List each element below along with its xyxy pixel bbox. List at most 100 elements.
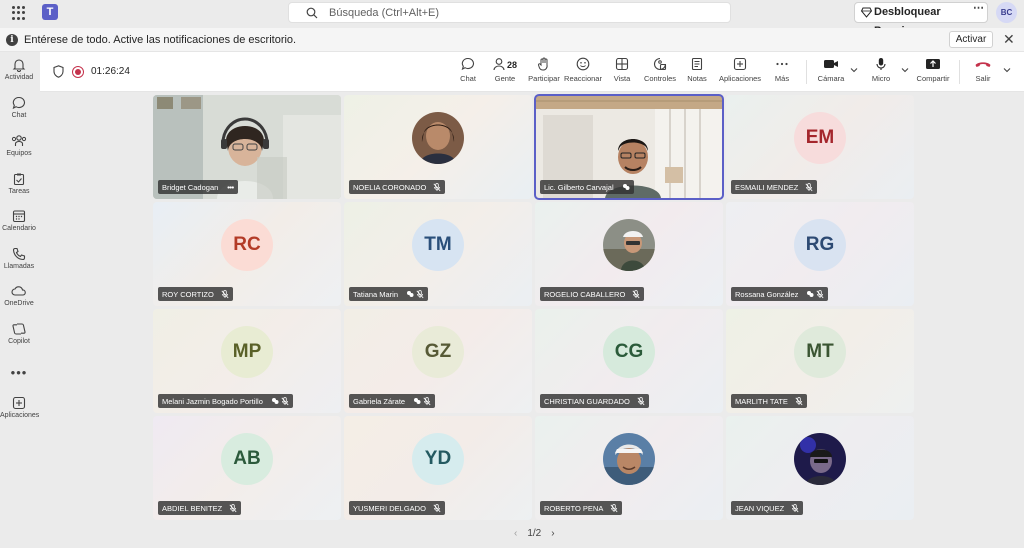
add-apps-icon	[733, 57, 747, 71]
unlock-premium-button[interactable]: Desbloquear Premium	[854, 2, 988, 37]
mic-label: Micro	[871, 74, 891, 83]
participant-name-bar: ESMAILI MENDEZ	[731, 180, 818, 194]
rail-label: Chat	[11, 112, 27, 119]
participant-tile[interactable]: MT MARLITH TATE	[726, 309, 914, 413]
more-button[interactable]: Más	[770, 57, 794, 83]
chat-button[interactable]: Chat	[456, 57, 480, 83]
mic-off-icon	[433, 503, 441, 512]
rail-item-apps[interactable]: Aplicaciones	[0, 396, 39, 419]
participant-tile-active[interactable]: Lic. Gilberto Carvajal	[534, 94, 724, 200]
mic-off-icon	[632, 289, 640, 298]
more-label: Más	[774, 74, 790, 83]
participant-tile[interactable]: NOELIA CORONADO	[344, 95, 532, 199]
react-button[interactable]: Reaccionar	[563, 57, 603, 83]
participant-tile[interactable]: RG Rossana González	[726, 202, 914, 306]
participant-name: Bridget Cadogan	[162, 182, 219, 192]
participant-name: YUSMERI DELGADO	[353, 503, 426, 513]
leave-options-chevron-down-icon[interactable]	[1003, 66, 1011, 74]
chevron-right-icon[interactable]: ›	[551, 528, 554, 539]
participant-name: Lic. Gilberto Carvajal	[544, 182, 614, 192]
apps-label: Aplicaciones	[718, 74, 762, 83]
participant-name: Rossana González	[735, 289, 799, 299]
mic-off-icon	[281, 396, 289, 405]
participant-tile[interactable]: MP Melani Jazmin Bogado Portillo	[153, 309, 341, 413]
notification-banner: i Entérese de todo. Active las notificac…	[0, 28, 1024, 52]
share-button[interactable]: Compartir	[915, 57, 951, 83]
participant-tile[interactable]: CG CHRISTIAN GUARDADO	[535, 309, 723, 413]
mic-button[interactable]: Micro	[868, 57, 894, 83]
participant-tile[interactable]: ROBERTO PENA	[535, 416, 723, 520]
search-icon	[306, 7, 318, 19]
notes-icon	[691, 57, 703, 71]
participant-initials-avatar: TM	[412, 219, 464, 271]
mic-off-icon	[416, 289, 424, 298]
participant-name-bar: Lic. Gilberto Carvajal	[540, 180, 634, 194]
mic-options-chevron-down-icon[interactable]	[901, 66, 909, 74]
rail-label: Llamadas	[3, 263, 35, 270]
participant-tile[interactable]: Bridget Cadogan •••	[153, 95, 341, 199]
apps-button[interactable]: Aplicaciones	[717, 57, 763, 83]
participant-tile[interactable]: JEAN VIQUEZ	[726, 416, 914, 520]
controls-icon	[653, 57, 667, 71]
people-button-label: Gente	[494, 74, 516, 83]
mic-off-icon	[221, 289, 229, 298]
raise-hand-button[interactable]: Participar	[527, 57, 561, 83]
notes-label: Notas	[687, 74, 707, 83]
more-icon	[776, 62, 788, 66]
view-label: Vista	[613, 74, 631, 83]
participant-initials-avatar: MT	[794, 326, 846, 378]
camera-button[interactable]: Cámara	[816, 57, 846, 83]
rail-item-copilot[interactable]: Copilot	[0, 322, 38, 345]
participant-initials-avatar: RG	[794, 219, 846, 271]
controls-button[interactable]: Controles	[642, 57, 678, 83]
mic-off-icon	[637, 396, 645, 405]
calendar-icon	[12, 210, 26, 223]
shield-icon[interactable]	[53, 65, 64, 78]
recording-icon	[72, 66, 84, 78]
settings-more-icon[interactable]: ⋯	[973, 1, 984, 14]
search-box[interactable]: Búsqueda (Ctrl+Alt+E)	[288, 2, 731, 23]
more-options-icon[interactable]: •••	[227, 183, 234, 192]
rail-item-onedrive[interactable]: OneDrive	[0, 284, 38, 307]
mic-off-icon	[229, 503, 237, 512]
participant-tile[interactable]: EM ESMAILI MENDEZ	[726, 95, 914, 199]
participant-photo	[603, 433, 655, 485]
participant-tile[interactable]: ROGELIO CABALLERO	[535, 202, 723, 306]
rail-item-calendar[interactable]: Calendario	[0, 209, 38, 232]
hangup-icon	[975, 62, 991, 67]
participant-tile[interactable]: YD YUSMERI DELGADO	[344, 416, 532, 520]
rail-item-teams[interactable]: Equipos	[0, 134, 38, 157]
diamond-icon	[861, 7, 872, 18]
participant-tile[interactable]: GZ Gabriela Zárate	[344, 309, 532, 413]
camera-label: Cámara	[817, 74, 845, 83]
title-bar: T Búsqueda (Ctrl+Alt+E) Desbloquear Prem…	[0, 0, 1024, 37]
app-launcher-icon[interactable]	[12, 6, 26, 20]
activate-notifications-button[interactable]: Activar	[949, 31, 993, 48]
camera-options-chevron-down-icon[interactable]	[850, 66, 858, 74]
participant-initials-avatar: GZ	[412, 326, 464, 378]
participant-initials-avatar: MP	[221, 326, 273, 378]
tasks-icon	[13, 173, 25, 186]
chevron-left-icon[interactable]: ‹	[514, 528, 517, 539]
participant-tile[interactable]: RC ROY CORTIZO	[153, 202, 341, 306]
view-button[interactable]: Vista	[610, 57, 634, 83]
mic-off-icon	[805, 182, 813, 191]
participant-name: CHRISTIAN GUARDADO	[544, 396, 630, 406]
chat-button-label: Chat	[460, 74, 476, 83]
leave-button[interactable]: Salir	[970, 57, 996, 83]
notes-button[interactable]: Notas	[685, 57, 709, 83]
user-avatar[interactable]: BC	[996, 2, 1017, 23]
copilot-icon	[12, 323, 26, 335]
close-icon[interactable]: ✕	[1003, 31, 1015, 47]
participant-initials-avatar: CG	[603, 326, 655, 378]
rail-item-tasks[interactable]: Tareas	[0, 172, 38, 195]
participant-tile[interactable]: AB ABDIEL BENITEZ	[153, 416, 341, 520]
toolbar-divider	[959, 60, 960, 84]
rail-item-activity[interactable]: Actividad	[0, 58, 38, 81]
rail-item-calls[interactable]: Llamadas	[0, 247, 38, 270]
more-apps-icon[interactable]: •••	[0, 365, 38, 380]
participant-name: Gabriela Zárate	[353, 396, 406, 406]
participant-tile[interactable]: TM Tatiana Marin	[344, 202, 532, 306]
rail-item-chat[interactable]: Chat	[0, 96, 38, 119]
mic-icon	[876, 58, 886, 70]
